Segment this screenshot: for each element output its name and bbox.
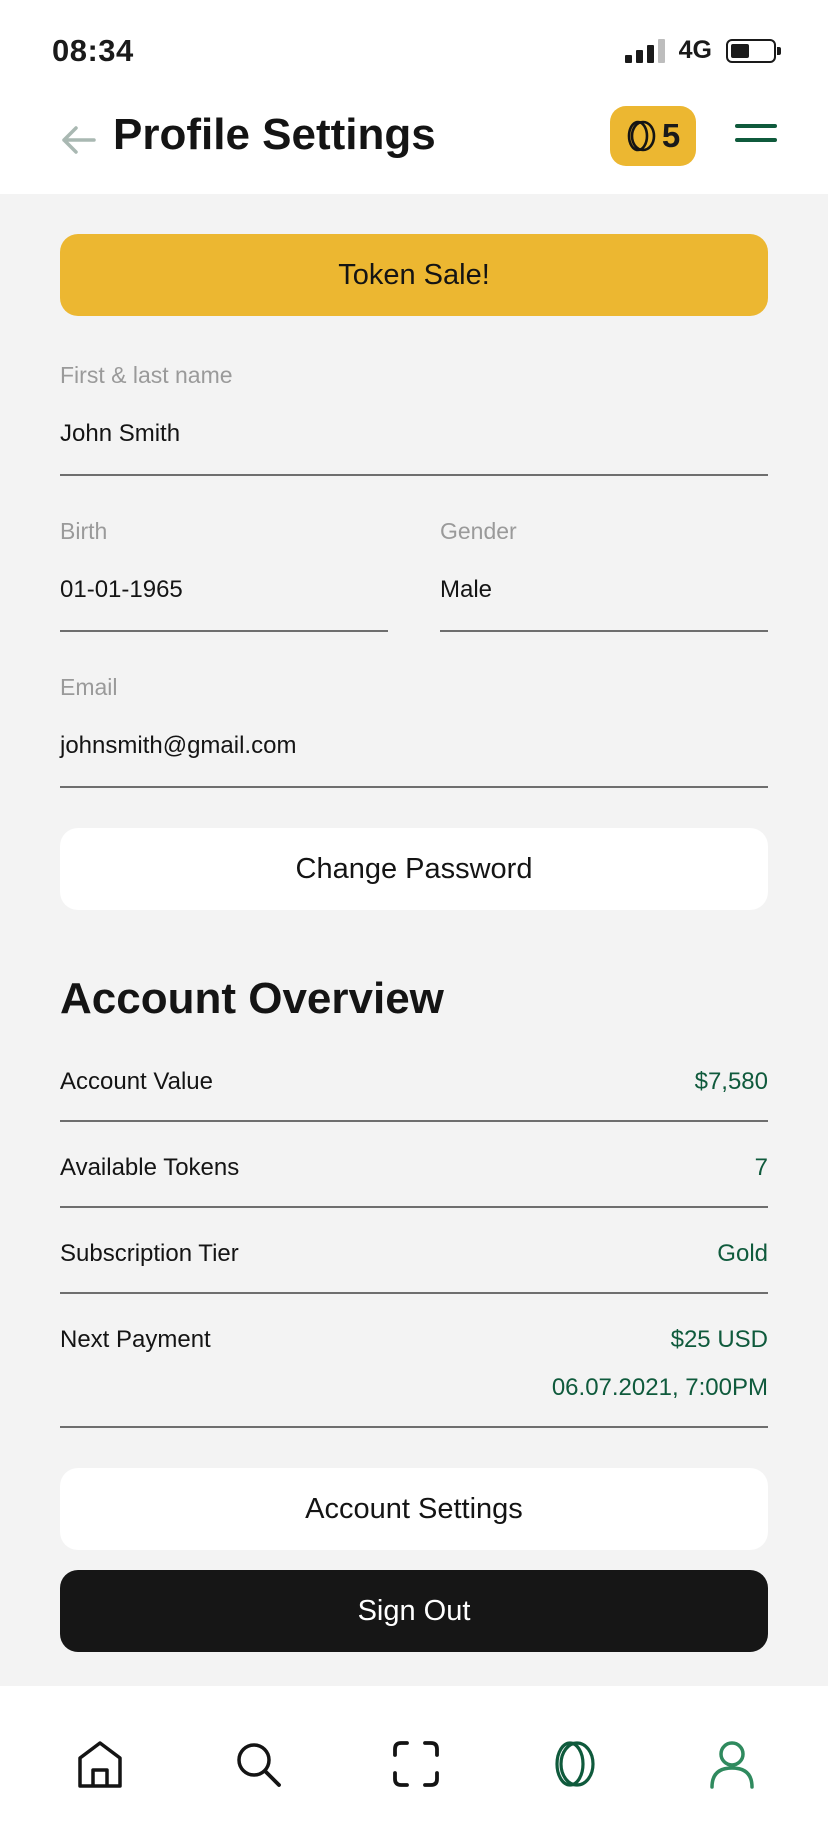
email-label: Email bbox=[60, 674, 118, 700]
subscription-tier-label: Subscription Tier bbox=[60, 1240, 239, 1267]
name-underline bbox=[60, 474, 768, 476]
gender-label: Gender bbox=[440, 518, 517, 544]
name-label: First & last name bbox=[60, 362, 233, 388]
next-payment-amount: $25 USD bbox=[670, 1326, 768, 1353]
available-tokens-label: Available Tokens bbox=[60, 1154, 240, 1181]
profile-content: Token Sale! First & last name John Smith… bbox=[0, 194, 828, 1686]
status-bar: 08:34 4G bbox=[0, 0, 828, 100]
change-password-button[interactable]: Change Password bbox=[60, 828, 768, 910]
birth-underline bbox=[60, 630, 388, 632]
profile-icon[interactable] bbox=[706, 1738, 758, 1790]
available-tokens-value: 7 bbox=[754, 1154, 768, 1181]
token-balance-badge[interactable]: 5 bbox=[610, 106, 696, 166]
sign-out-button[interactable]: Sign Out bbox=[60, 1570, 768, 1652]
email-underline bbox=[60, 786, 768, 788]
menu-icon[interactable] bbox=[735, 124, 777, 150]
account-settings-button[interactable]: Account Settings bbox=[60, 1468, 768, 1550]
gender-underline bbox=[440, 630, 768, 632]
search-icon[interactable] bbox=[232, 1738, 284, 1790]
signal-icon bbox=[624, 38, 665, 63]
token-icon[interactable] bbox=[548, 1738, 600, 1790]
account-value-amount: $7,580 bbox=[694, 1068, 768, 1095]
overview-divider bbox=[60, 1120, 768, 1122]
overview-divider bbox=[60, 1206, 768, 1208]
birth-label: Birth bbox=[60, 518, 108, 544]
scan-icon[interactable] bbox=[390, 1738, 442, 1790]
overview-divider bbox=[60, 1292, 768, 1294]
back-arrow-icon[interactable] bbox=[58, 120, 98, 160]
token-count: 5 bbox=[661, 117, 681, 154]
app-header: Profile Settings 5 bbox=[0, 100, 828, 194]
status-time: 08:34 bbox=[52, 33, 134, 68]
gender-field[interactable]: Male bbox=[440, 576, 492, 604]
name-field[interactable]: John Smith bbox=[60, 420, 180, 448]
subscription-tier-value: Gold bbox=[717, 1240, 768, 1267]
birth-field[interactable]: 01-01-1965 bbox=[60, 576, 183, 604]
next-payment-date: 06.07.2021, 7:00PM bbox=[551, 1374, 768, 1401]
home-icon[interactable] bbox=[74, 1738, 126, 1790]
token-sale-button[interactable]: Token Sale! bbox=[60, 234, 768, 316]
account-value-label: Account Value bbox=[60, 1068, 213, 1095]
bottom-nav bbox=[0, 1686, 828, 1846]
battery-icon bbox=[726, 38, 781, 63]
overview-divider bbox=[60, 1426, 768, 1428]
token-icon bbox=[627, 120, 656, 152]
email-field[interactable]: johnsmith@gmail.com bbox=[60, 732, 296, 760]
account-overview-title: Account Overview bbox=[60, 974, 444, 1023]
status-indicators: 4G bbox=[624, 36, 781, 65]
page-title: Profile Settings bbox=[113, 110, 436, 159]
next-payment-label: Next Payment bbox=[60, 1326, 211, 1353]
network-type: 4G bbox=[678, 36, 712, 64]
